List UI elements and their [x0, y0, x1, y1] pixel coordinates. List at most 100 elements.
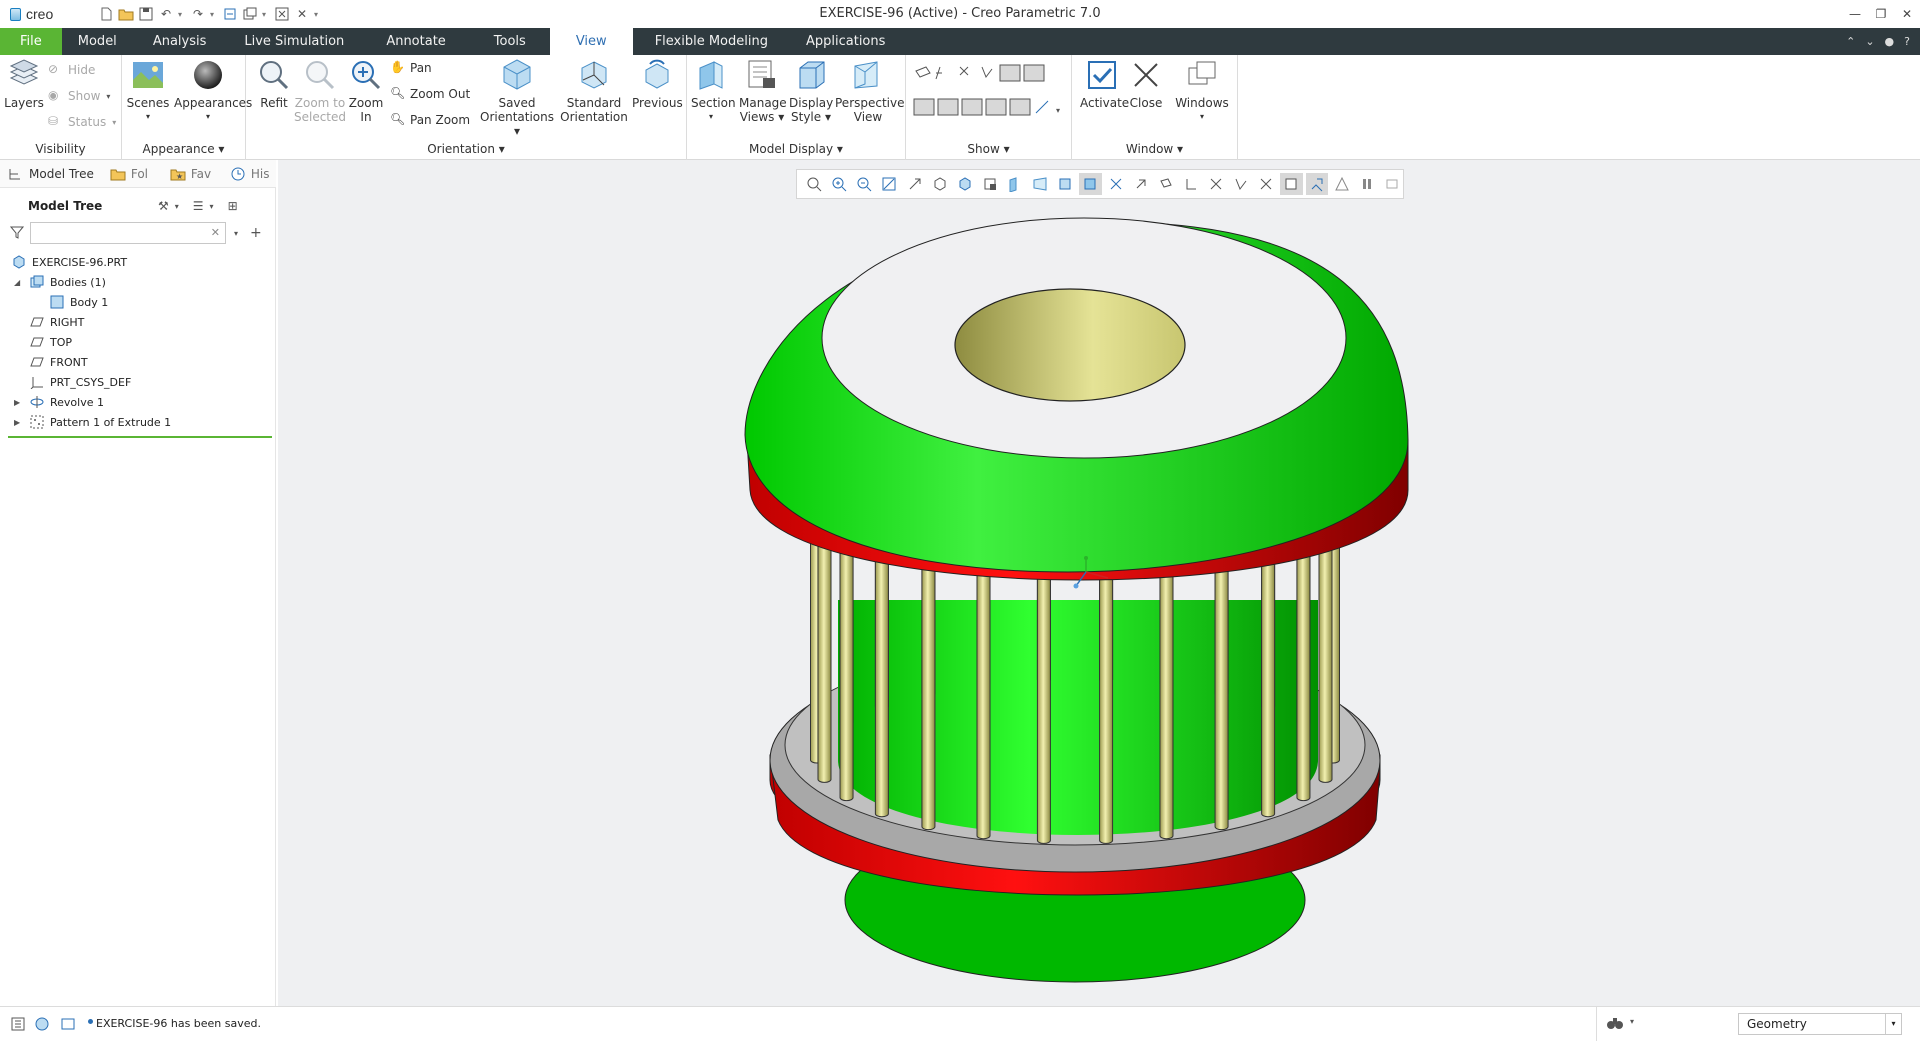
pan-button[interactable]: ✋ Pan	[390, 58, 432, 78]
plane-display-icon[interactable]	[1105, 173, 1127, 195]
tree-columns-icon[interactable]: ☰	[193, 199, 204, 213]
group-label-show[interactable]: Show ▾	[906, 142, 1071, 156]
tree-filter-settings-icon[interactable]: ⊞	[228, 199, 238, 213]
undo-dropdown-icon[interactable]: ▾	[178, 10, 186, 19]
standard-orientation-button[interactable]: Standard Orientation	[558, 58, 630, 124]
expand-arrow-icon[interactable]: ▶	[14, 398, 24, 407]
close-window-icon[interactable]: ✕	[294, 6, 310, 22]
zoom-out-button[interactable]: 🔍︎ Zoom Out	[390, 84, 470, 104]
tree-settings-dropdown-icon[interactable]: ▾	[175, 202, 179, 211]
warning-icon[interactable]	[1331, 173, 1353, 195]
manage-views-button[interactable]: Manage Views ▾	[739, 58, 787, 124]
model-3d-view[interactable]	[278, 160, 1920, 1006]
tab-model[interactable]: Model	[62, 28, 133, 55]
tab-annotate[interactable]: Annotate	[362, 28, 469, 55]
search-dropdown-icon[interactable]: ▾	[234, 229, 238, 238]
model-display-filter-icon[interactable]	[1305, 173, 1328, 195]
group-label-appearance[interactable]: Appearance ▾	[122, 142, 245, 156]
group-label-orientation[interactable]: Orientation ▾	[246, 142, 686, 156]
section-view-icon[interactable]	[1004, 173, 1026, 195]
shading-edges-icon[interactable]	[1079, 173, 1102, 195]
selection-filter-select[interactable]: Geometry ▾	[1738, 1013, 1902, 1035]
repaint-icon[interactable]	[878, 173, 900, 195]
save-icon[interactable]	[138, 6, 154, 22]
browser-toggle-icon[interactable]	[34, 1016, 50, 1035]
tab-flexible-modeling[interactable]: Flexible Modeling	[633, 28, 790, 55]
regen-manager-icon[interactable]	[274, 6, 290, 22]
minimize-icon[interactable]: —	[1842, 0, 1868, 28]
collapse-ribbon-icon[interactable]: ⌃	[1846, 35, 1855, 48]
tab-history[interactable]: His	[222, 160, 272, 188]
saved-orientations-button[interactable]: Saved Orientations ▾	[480, 58, 554, 138]
tree-node-front[interactable]: FRONT	[30, 352, 88, 372]
collapse-arrow-icon[interactable]: ◢	[14, 278, 24, 287]
axis-display-icon[interactable]	[1130, 173, 1152, 195]
clear-search-icon[interactable]: ✕	[211, 226, 220, 239]
nav-tree-toggle-icon[interactable]	[10, 1016, 26, 1035]
find-binoculars-icon[interactable]	[1606, 1015, 1624, 1034]
full-screen-icon[interactable]	[60, 1016, 76, 1035]
spin-center-icon[interactable]	[904, 173, 926, 195]
regenerate-toggle-icon[interactable]	[1381, 173, 1403, 195]
windows-switch-icon[interactable]	[242, 6, 258, 22]
graphics-viewport[interactable]	[278, 160, 1920, 1006]
find-dropdown-icon[interactable]: ▾	[1630, 1017, 1634, 1026]
datum-display-toggles[interactable]: ▾	[912, 63, 1068, 123]
expand-arrow-icon[interactable]: ▶	[14, 418, 24, 427]
tab-file[interactable]: File	[0, 28, 62, 55]
section-button[interactable]: Section ▾	[691, 58, 736, 124]
show-button[interactable]: ◉ Show ▾	[48, 86, 110, 106]
open-folder-icon[interactable]	[118, 6, 134, 22]
standard-view-icon[interactable]	[954, 173, 976, 195]
pin-icon[interactable]: ●	[1885, 35, 1895, 48]
tab-tools[interactable]: Tools	[470, 28, 550, 55]
chevron-down-icon[interactable]: ▾	[1885, 1014, 1901, 1034]
zoom-to-selected-button[interactable]: Zoom to Selected	[292, 58, 348, 124]
tree-node-revolve[interactable]: ▶ Revolve 1	[12, 392, 104, 412]
tree-node-body1[interactable]: Body 1	[50, 292, 108, 312]
redo-icon[interactable]: ↷	[190, 6, 206, 22]
refit-button[interactable]: Refit	[254, 58, 294, 110]
add-item-icon[interactable]: +	[250, 225, 262, 241]
tree-node-csys[interactable]: PRT_CSYS_DEF	[30, 372, 131, 392]
windows-button[interactable]: Windows ▾	[1174, 58, 1230, 124]
group-label-model-display[interactable]: Model Display ▾	[687, 142, 905, 156]
pan-zoom-button[interactable]: 🔍︎ Pan Zoom	[390, 110, 470, 130]
named-views-icon[interactable]	[979, 173, 1001, 195]
pause-icon[interactable]	[1356, 173, 1378, 195]
new-file-icon[interactable]	[98, 6, 114, 22]
tab-view[interactable]: View	[549, 28, 633, 55]
regenerate-icon[interactable]	[222, 6, 238, 22]
tree-node-bodies[interactable]: ◢ Bodies (1)	[12, 272, 106, 292]
close-icon[interactable]: ✕	[1894, 0, 1920, 28]
annotation-display-icon[interactable]	[1205, 173, 1227, 195]
saved-orientations-icon[interactable]	[929, 173, 951, 195]
status-button[interactable]: ⛁ Status ▾	[48, 112, 116, 132]
tree-node-right[interactable]: RIGHT	[30, 312, 84, 332]
scenes-button[interactable]: Scenes ▾	[126, 58, 170, 124]
hide-button[interactable]: ⊘ Hide	[48, 60, 95, 80]
appearances-button[interactable]: Appearances ▾	[174, 58, 252, 124]
perspective-view-button[interactable]: Perspective View	[835, 58, 905, 124]
customize-qat-icon[interactable]: ▾	[314, 10, 322, 19]
windows-dropdown-icon[interactable]: ▾	[262, 10, 270, 19]
restore-icon[interactable]: ❐	[1868, 0, 1894, 28]
layers-button[interactable]: Layers	[4, 58, 44, 110]
tree-node-top[interactable]: TOP	[30, 332, 72, 352]
redo-dropdown-icon[interactable]: ▾	[210, 10, 218, 19]
activate-button[interactable]: Activate	[1080, 58, 1129, 110]
datum-display-filter-icon[interactable]	[1280, 173, 1303, 195]
tab-favorites[interactable]: ★ Fav	[162, 160, 222, 188]
point-tags-icon[interactable]	[1255, 173, 1277, 195]
perspective-icon[interactable]	[1029, 173, 1051, 195]
zoom-in-button[interactable]: Zoom In	[346, 58, 386, 124]
display-style-button[interactable]: Display Style ▾	[789, 58, 833, 124]
previous-orientation-button[interactable]: Previous	[632, 58, 683, 110]
tree-node-pattern[interactable]: ▶ Pattern 1 of Extrude 1	[12, 412, 171, 432]
tab-model-tree[interactable]: Model Tree	[0, 160, 102, 188]
tree-node-part[interactable]: EXERCISE-96.PRT	[12, 252, 127, 272]
zoom-out-icon[interactable]	[853, 173, 875, 195]
tab-folder-browser[interactable]: Fol	[102, 160, 162, 188]
tree-settings-icon[interactable]: ⚒	[158, 199, 169, 213]
help-icon[interactable]: ?	[1904, 35, 1910, 48]
